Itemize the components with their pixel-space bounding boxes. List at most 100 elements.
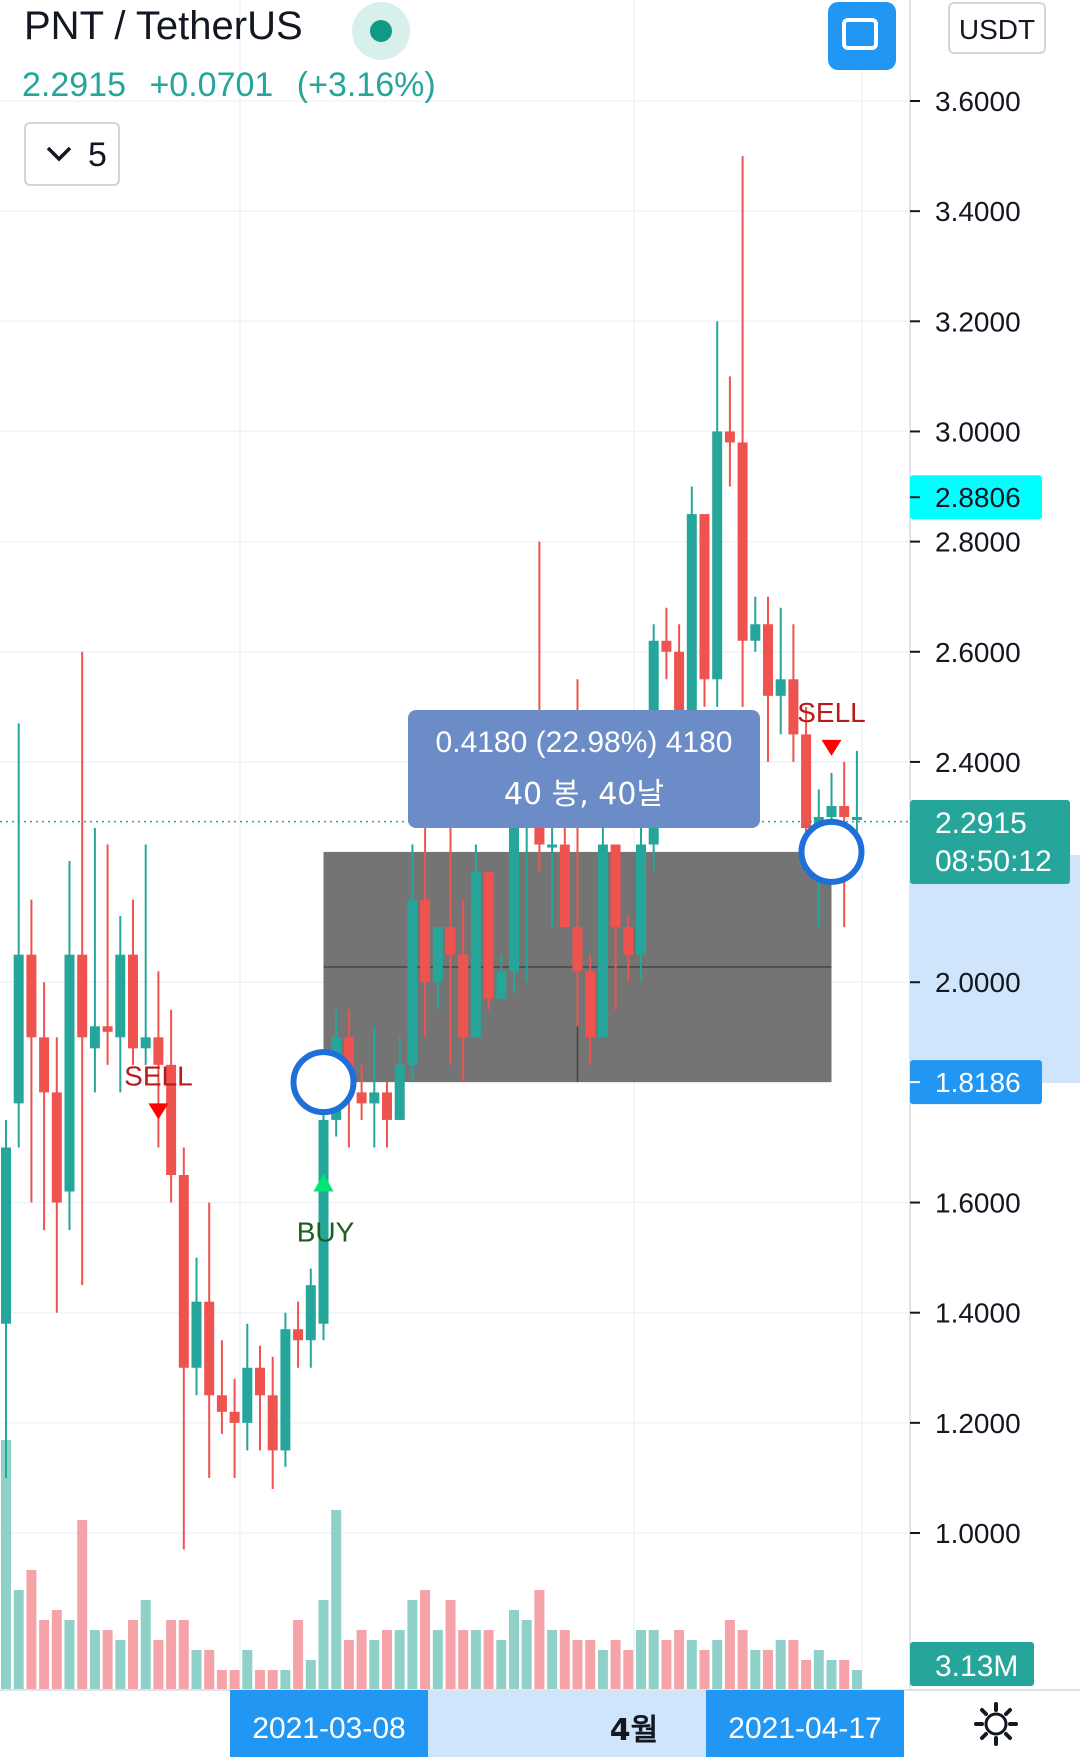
candle-body	[1, 1147, 11, 1324]
volume-bar	[509, 1610, 519, 1690]
volume-bar	[39, 1620, 50, 1690]
candle-body	[801, 734, 812, 829]
volume-bar	[229, 1670, 240, 1690]
candle-body	[305, 1285, 316, 1341]
volume-bar	[64, 1620, 75, 1690]
candle-body	[750, 624, 761, 641]
chevron-down-icon	[44, 138, 74, 176]
volume-bar	[534, 1590, 545, 1690]
svg-text:2021-04-17: 2021-04-17	[728, 1712, 881, 1745]
volume-bar	[788, 1640, 799, 1690]
volume-bar	[102, 1630, 113, 1690]
volume-bar	[394, 1630, 405, 1690]
candle-body	[191, 1301, 202, 1368]
candle-body	[686, 514, 697, 735]
volume-bar	[293, 1620, 304, 1690]
candle-body	[763, 624, 773, 696]
price-axis-label: 3.2000	[935, 306, 1021, 337]
volume-bar	[839, 1660, 850, 1690]
volume-bar	[610, 1640, 621, 1690]
volume-bar	[242, 1650, 253, 1690]
candle-body	[77, 954, 88, 1038]
candle-body	[737, 442, 748, 641]
candle-body	[407, 899, 418, 1065]
volume-bar	[216, 1670, 227, 1690]
measure-end-handle[interactable]	[798, 818, 865, 885]
candle-body	[178, 1175, 189, 1368]
price-axis-label: 3.0000	[935, 416, 1021, 447]
candle-body	[547, 844, 558, 848]
candle-body	[585, 971, 596, 1038]
volume-bar	[763, 1650, 773, 1690]
volume-bar	[470, 1630, 481, 1690]
interval-value: 5	[88, 136, 107, 174]
settings-gear-icon[interactable]	[972, 1700, 1020, 1748]
volume-bar	[686, 1640, 697, 1690]
price-chart[interactable]: SELL BUY SELL 0.4180 (22.98%) 4180 40 봉, 4…	[0, 0, 1080, 1757]
sell-arrow-icon	[821, 739, 842, 756]
candle-body	[420, 899, 431, 983]
fullscreen-icon	[842, 18, 878, 50]
volume-bar	[26, 1570, 37, 1690]
volume-bar	[559, 1630, 570, 1690]
sell-signal-label: SELL	[124, 1060, 193, 1091]
volume-bar	[712, 1640, 723, 1690]
candle-body	[661, 640, 672, 652]
candle-body	[13, 954, 24, 1104]
volume-bar	[115, 1640, 126, 1690]
price-badge-value: 2.8806	[935, 482, 1021, 513]
time-label-start: 2021-03-08	[230, 1690, 428, 1757]
volume-bar	[77, 1520, 88, 1690]
candle-body	[458, 954, 469, 1038]
interval-button[interactable]: 5	[24, 122, 120, 186]
candle-body	[382, 1092, 392, 1120]
candle-body	[851, 817, 862, 820]
chart-grid	[0, 0, 910, 1690]
measure-start-handle[interactable]	[290, 1049, 357, 1116]
candle-body	[712, 431, 723, 680]
candle-body	[356, 1092, 367, 1104]
volume-bar	[661, 1640, 672, 1690]
volume-bar	[775, 1640, 786, 1690]
last-price-badge: 2.2915 08:50:12	[910, 800, 1070, 884]
candle-body	[39, 1037, 50, 1093]
price-axis-label: 3.4000	[935, 196, 1021, 227]
candle-body	[559, 844, 570, 928]
currency-unit-button[interactable]: USDT	[948, 2, 1046, 54]
candle-body	[267, 1395, 278, 1451]
volume-bar	[305, 1660, 316, 1690]
volume-bar	[153, 1640, 164, 1690]
volume-bar	[483, 1630, 494, 1690]
volume-bars	[1, 1440, 862, 1690]
candle-body	[26, 954, 37, 1038]
candle-body	[432, 927, 443, 983]
candle-body	[229, 1411, 240, 1423]
volume-bar	[851, 1670, 862, 1690]
volume-bar	[572, 1640, 583, 1690]
fullscreen-button[interactable]	[828, 2, 896, 70]
volume-bar	[267, 1670, 278, 1690]
volume-bar	[458, 1630, 469, 1690]
candle-body	[280, 1329, 291, 1451]
volume-bar	[331, 1510, 342, 1690]
candle-body	[597, 844, 608, 1038]
candle-body	[839, 805, 850, 817]
volume-bar	[280, 1670, 291, 1690]
volume-bar	[623, 1650, 634, 1690]
candle-body	[496, 971, 507, 999]
candle-body	[255, 1367, 265, 1396]
symbol-title[interactable]: PNT / TetherUS	[24, 4, 303, 49]
volume-bar	[597, 1650, 608, 1690]
volume-bar	[255, 1670, 265, 1690]
candle-body	[89, 1026, 100, 1049]
price-axis-label: 2.6000	[935, 637, 1021, 668]
volume-bar	[166, 1620, 177, 1690]
sell-arrow-icon	[148, 1103, 169, 1120]
measure-tooltip: 0.4180 (22.98%) 4180 40 봉, 40날	[408, 710, 760, 828]
buy-arrow-icon	[313, 1173, 334, 1192]
last-price-value: 2.2915	[935, 807, 1027, 840]
volume-bar	[674, 1630, 685, 1690]
price-change: +0.0701	[149, 66, 274, 104]
volume-bar	[826, 1660, 837, 1690]
volume-bar	[432, 1630, 443, 1690]
